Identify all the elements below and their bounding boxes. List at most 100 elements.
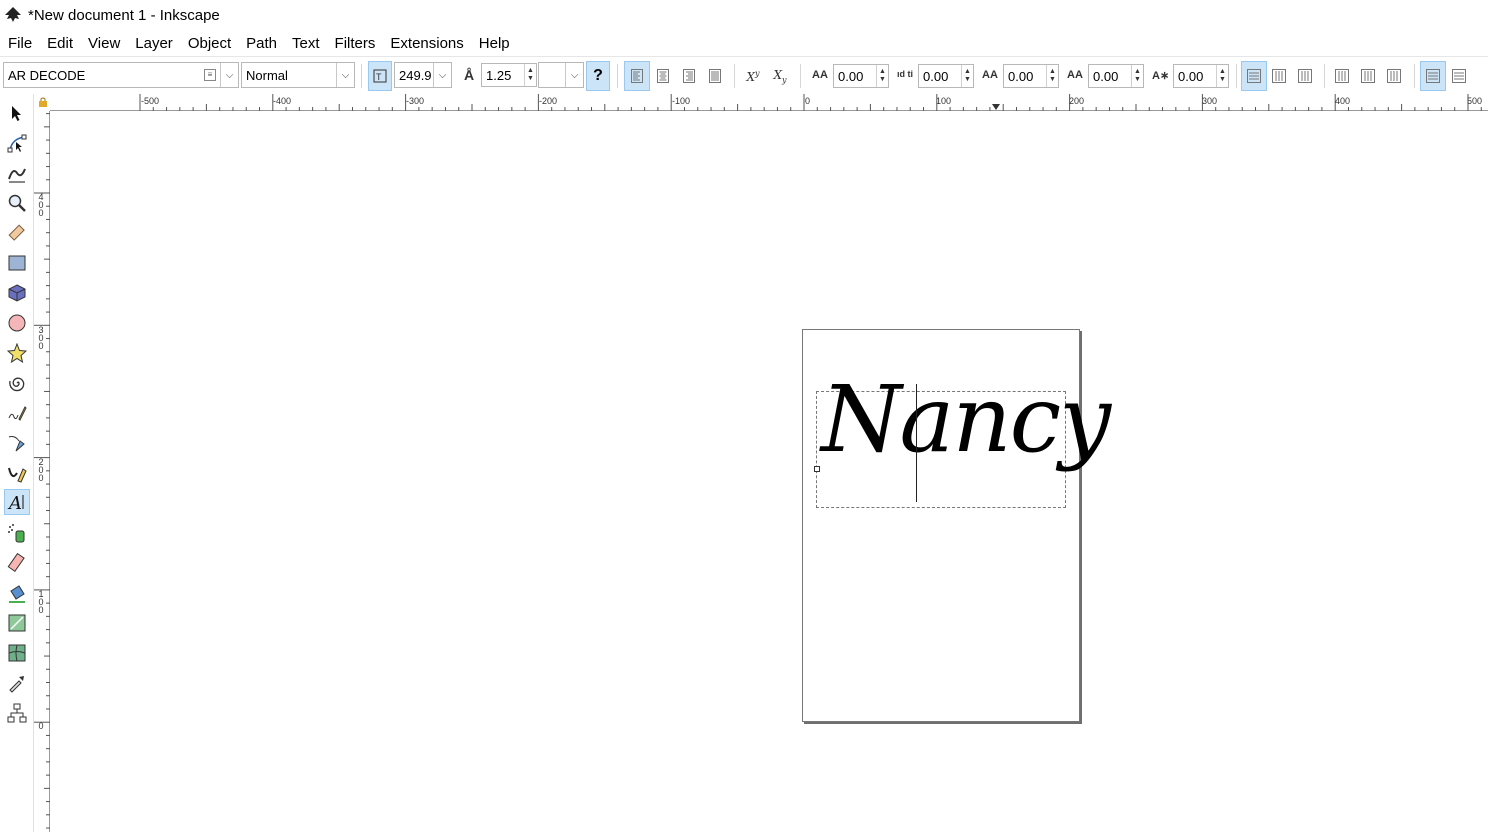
dropper-icon — [9, 676, 24, 693]
menu-file[interactable]: File — [0, 35, 39, 52]
orientation-sideways-button[interactable] — [1383, 63, 1405, 89]
orientation-upright-button[interactable] — [1357, 63, 1379, 89]
chevron-down-icon[interactable]: ⌵ — [220, 63, 238, 87]
vruler-label: 3 0 0 — [38, 325, 44, 351]
letter-spacing-value: 0.00 — [838, 68, 864, 84]
spin-arrows-icon[interactable]: ▲ ▼ — [876, 65, 888, 87]
vruler-label: 0 — [38, 721, 44, 731]
spiral-icon — [9, 377, 25, 392]
direction-rtl-button[interactable] — [1448, 63, 1470, 89]
tweak-tool[interactable] — [4, 160, 30, 186]
ruler-corner[interactable] — [34, 94, 50, 111]
menu-help[interactable]: Help — [471, 35, 517, 52]
pencil-tool[interactable] — [4, 400, 30, 426]
align-left-icon — [631, 69, 643, 83]
dropper-tool[interactable] — [4, 670, 30, 696]
align-left-button[interactable] — [624, 61, 650, 91]
chevron-down-icon[interactable]: ⌵ — [565, 63, 583, 87]
writing-mode-vertical-rl-button[interactable] — [1268, 63, 1290, 89]
direction-ltr-button[interactable] — [1420, 61, 1446, 91]
star-tool[interactable] — [4, 340, 30, 366]
calligraphy-tool[interactable] — [4, 460, 30, 486]
line-height-unit-combo[interactable]: ⌵ — [538, 62, 584, 88]
separator — [800, 64, 801, 88]
rect-icon — [8, 255, 26, 271]
font-size-combo[interactable]: 249.9 ⌵ — [394, 62, 452, 88]
mesh-tool[interactable] — [4, 640, 30, 666]
spray-icon — [8, 524, 25, 543]
horizontal-kern-icon: AA — [982, 69, 998, 81]
rotation-spin[interactable]: 0.00 ▲ ▼ — [1173, 64, 1229, 88]
star-icon — [7, 343, 27, 363]
spin-arrows-icon[interactable]: ▲ ▼ — [524, 64, 536, 86]
menu-bar: File Edit View Layer Object Path Text Fi… — [0, 30, 1488, 56]
spin-arrows-icon[interactable]: ▲ ▼ — [1046, 65, 1058, 87]
spiral-tool[interactable] — [4, 370, 30, 396]
separator — [617, 64, 618, 88]
spin-arrows-icon[interactable]: ▲ ▼ — [961, 65, 973, 87]
font-family-combo[interactable]: AR DECODE ≡ ⌵ — [3, 62, 239, 88]
spray-tool[interactable] — [4, 520, 30, 546]
subscript-button[interactable]: Xy — [769, 63, 791, 89]
hruler-label: 0 — [805, 96, 811, 106]
menu-edit[interactable]: Edit — [39, 35, 80, 52]
writing-mode-vertical-lr-button[interactable] — [1294, 63, 1316, 89]
align-center-button[interactable] — [652, 63, 674, 89]
vertical-ruler[interactable]: 4 0 0 3 0 0 2 0 0 1 0 0 0 — [34, 111, 50, 832]
ruler-ticks — [139, 94, 1482, 111]
menu-extensions[interactable]: Extensions — [382, 35, 470, 52]
zoom-tool[interactable] — [4, 190, 30, 216]
eraser-tool[interactable] — [4, 550, 30, 576]
line-height-spin[interactable]: 1.25 ▲ ▼ — [481, 63, 537, 87]
direction-ltr-icon — [1426, 69, 1440, 83]
vertical-text-rl-icon — [1272, 69, 1286, 83]
hruler-label: -400 — [273, 96, 292, 106]
font-size-icon: T — [373, 69, 387, 83]
ellipse-tool[interactable] — [4, 310, 30, 336]
word-spacing-spin[interactable]: 0.00 ▲ ▼ — [918, 64, 974, 88]
menu-object[interactable]: Object — [180, 35, 238, 52]
writing-mode-horizontal-button[interactable] — [1241, 61, 1267, 91]
unset-line-height-button[interactable]: ? — [586, 61, 610, 91]
orientation-auto-button[interactable] — [1331, 63, 1353, 89]
selector-tool[interactable] — [4, 100, 30, 126]
rectangle-tool[interactable] — [4, 250, 30, 276]
menu-layer[interactable]: Layer — [127, 35, 180, 52]
menu-text[interactable]: Text — [284, 35, 327, 52]
horizontal-text-icon — [1247, 69, 1261, 83]
3dbox-tool[interactable] — [4, 280, 30, 306]
text-tool[interactable]: A — [4, 489, 30, 515]
vertical-shift-spin[interactable]: 0.00 ▲ ▼ — [1088, 64, 1144, 88]
horizontal-ruler[interactable]: -500 -400 -300 -200 -100 0 100 200 300 4… — [50, 94, 1488, 111]
horizontal-kern-value: 0.00 — [1008, 68, 1034, 84]
chevron-down-icon[interactable]: ⌵ — [336, 63, 354, 87]
paint-bucket-tool[interactable] — [4, 580, 30, 606]
spin-arrows-icon[interactable]: ▲ ▼ — [1216, 65, 1228, 87]
menu-filters[interactable]: Filters — [327, 35, 383, 52]
font-size-unit-button[interactable]: T — [368, 61, 392, 91]
menu-path[interactable]: Path — [238, 35, 284, 52]
hruler-label: 300 — [1202, 96, 1218, 106]
superscript-button[interactable]: Xy — [742, 63, 764, 89]
letter-spacing-icon: AA — [812, 69, 828, 81]
pen-tool[interactable] — [4, 430, 30, 456]
menu-view[interactable]: View — [80, 35, 127, 52]
line-height-value: 1.25 — [486, 67, 512, 83]
letter-spacing-spin[interactable]: 0.00 ▲ ▼ — [833, 64, 889, 88]
font-style-combo[interactable]: Normal ⌵ — [241, 62, 355, 88]
gradient-tool[interactable] — [4, 610, 30, 636]
node-tool[interactable] — [4, 130, 30, 156]
justify-button[interactable] — [704, 63, 726, 89]
orientation-auto-icon — [1335, 69, 1349, 83]
drawing-canvas[interactable]: Nancy — [51, 112, 1488, 832]
text-baseline-handle[interactable] — [814, 466, 820, 472]
align-right-button[interactable] — [678, 63, 700, 89]
chevron-down-icon[interactable]: ⌵ — [433, 63, 451, 87]
hruler-label: 200 — [1069, 96, 1085, 106]
horizontal-kern-spin[interactable]: 0.00 ▲ ▼ — [1003, 64, 1059, 88]
hruler-label: 400 — [1335, 96, 1351, 106]
canvas-text-object[interactable]: Nancy — [821, 374, 1111, 466]
spin-arrows-icon[interactable]: ▲ ▼ — [1131, 65, 1143, 87]
measure-tool[interactable] — [4, 220, 30, 246]
connector-tool[interactable] — [4, 700, 30, 726]
